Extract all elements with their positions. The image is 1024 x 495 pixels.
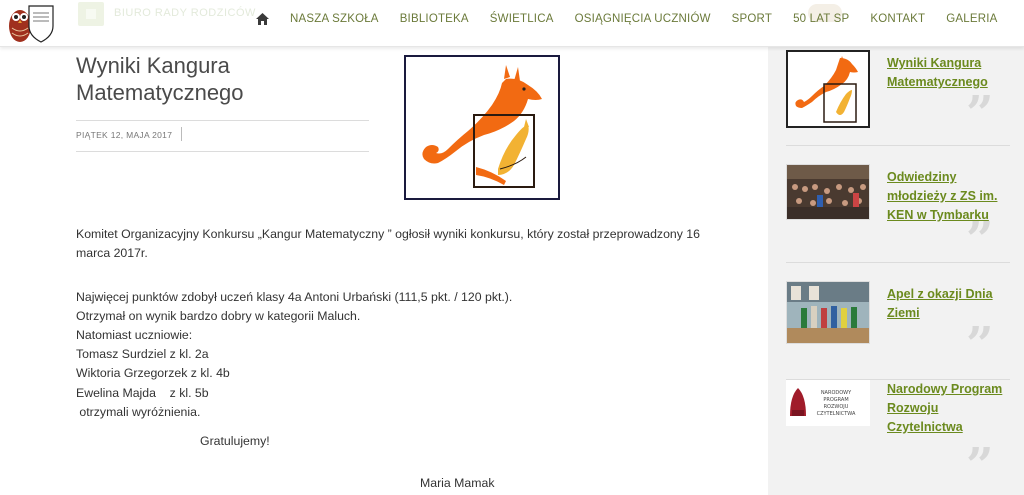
npr-logo-line-4: CZYTELNICTWA: [817, 411, 856, 417]
ghost-header-text: BIURO RADY RODZICÓW: [114, 7, 256, 19]
school-logo[interactable]: [6, 2, 56, 44]
article-line-4: Tomasz Surdziel z kl. 2a: [76, 347, 209, 361]
article-title: Wyniki Kangura Matematycznego: [76, 53, 244, 105]
main-nav: NASZA SZKOŁA BIBLIOTEKA ŚWIETLICA OSIĄGN…: [256, 11, 1019, 27]
quote-icon: ”: [966, 317, 994, 373]
sidebar-post-apel: Apel z okazji Dnia Ziemi ”: [786, 281, 1011, 376]
post-thumbnail-audience-photo[interactable]: [786, 164, 870, 220]
date-separator: [181, 127, 182, 141]
home-icon[interactable]: [256, 12, 270, 26]
article-paragraph-intro: Komitet Organizacyjny Konkursu „Kangur M…: [76, 227, 700, 260]
nav-galeria[interactable]: GALERIA: [946, 13, 997, 25]
sidebar-post-kangur: Wyniki Kangura Matematycznego ”: [786, 50, 1011, 143]
quote-icon: ”: [966, 86, 994, 142]
npr-logo-line-2: PROGRAM: [823, 397, 848, 403]
kangaroo-logo-image: [404, 55, 560, 200]
post-thumbnail-gym-photo[interactable]: [786, 281, 870, 344]
nav-nasza-szkola[interactable]: NASZA SZKOŁA: [290, 13, 379, 25]
article-line-7: otrzymali wyróżnienia.: [76, 405, 201, 419]
nav-osiagniecia[interactable]: OSIĄGNIĘCIA UCZNIÓW: [575, 13, 711, 25]
post-title-link[interactable]: Narodowy Program Rozwoju Czytelnictwa: [887, 380, 1007, 437]
article-line-2: Otrzymał on wynik bardzo dobry w kategor…: [76, 309, 361, 323]
post-thumbnail-kangaroo[interactable]: [786, 50, 870, 128]
article-date: PIĄTEK 12, MAJA 2017: [76, 130, 173, 140]
post-thumbnail-npr-logo[interactable]: NARODOWY PROGRAM ROZWOJU CZYTELNICTWA: [786, 380, 870, 426]
article-congrats: Gratulujemy!: [200, 434, 270, 448]
meta-divider-top: [76, 120, 369, 121]
nav-50-lat-sp[interactable]: 50 LAT SP: [793, 13, 849, 25]
sidebar: Wyniki Kangura Matematycznego ” Odwiedzi…: [768, 47, 1024, 495]
npr-logo-line-1: NARODOWY: [821, 390, 852, 396]
quote-icon: ”: [966, 212, 994, 268]
meta-divider-bottom: [76, 151, 369, 152]
sidebar-post-odwiedziny: Odwiedziny młodzieży z ZS im. KEN w Tymb…: [786, 164, 1011, 264]
sidebar-post-npr: NARODOWY PROGRAM ROZWOJU CZYTELNICTWA Na…: [786, 380, 1011, 490]
npr-logo-line-3: ROZWOJU: [824, 404, 849, 410]
nav-kontakt[interactable]: KONTAKT: [870, 13, 925, 25]
article: Wyniki Kangura Matematycznego PIĄTEK 12,…: [0, 47, 768, 495]
sidebar-divider: [786, 262, 1010, 263]
nav-swietlica[interactable]: ŚWIETLICA: [490, 13, 554, 25]
article-line-1: Najwięcej punktów zdobył uczeń klasy 4a …: [76, 290, 513, 304]
sidebar-divider: [786, 145, 1010, 146]
quote-icon: ”: [966, 438, 994, 494]
site-header: BIURO RADY RODZICÓW NASZA SZKOŁA BIBLIOT…: [0, 0, 1024, 47]
article-author: Maria Mamak: [420, 476, 495, 490]
article-line-5: Wiktoria Grzegorzek z kl. 4b: [76, 366, 230, 380]
ghost-menu-button: [78, 2, 104, 26]
article-line-3: Natomiast uczniowie:: [76, 328, 193, 342]
nav-sport[interactable]: SPORT: [732, 13, 772, 25]
article-line-6: Ewelina Majda z kl. 5b: [76, 386, 209, 400]
nav-biblioteka[interactable]: BIBLIOTEKA: [400, 13, 469, 25]
